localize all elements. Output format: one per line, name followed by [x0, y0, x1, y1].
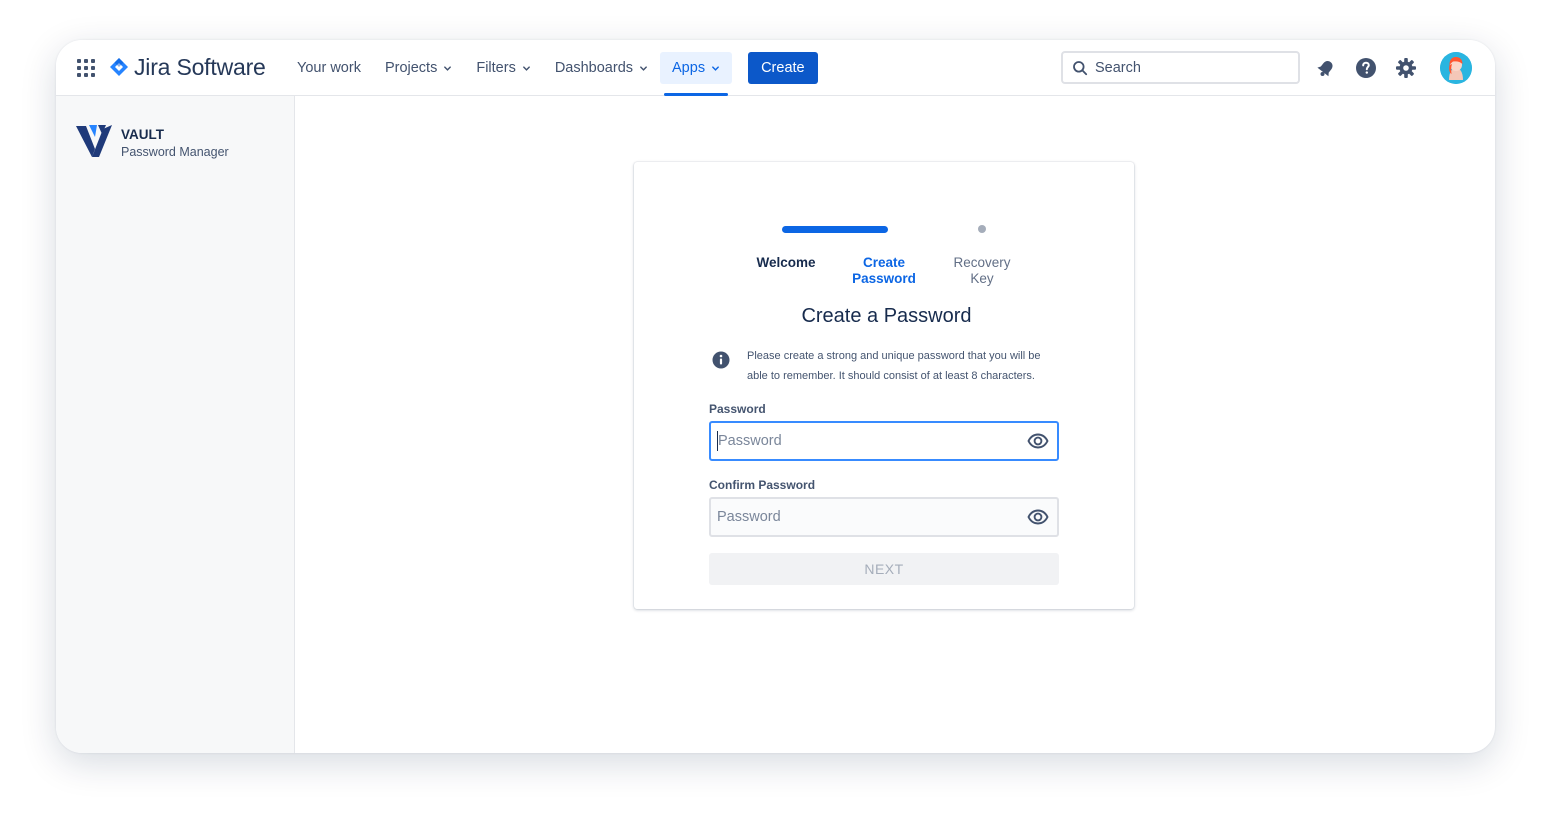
- nav-projects-label: Projects: [384, 60, 438, 76]
- next-button[interactable]: NEXT: [709, 553, 1059, 585]
- sidebar-app-title: VAULT: [121, 127, 164, 142]
- user-avatar[interactable]: [1440, 52, 1472, 84]
- question-circle-icon: [1356, 58, 1376, 78]
- top-navigation: Jira Software Your work Projects Filters…: [56, 40, 1495, 96]
- jira-logo-icon: [110, 58, 128, 76]
- nav-apps[interactable]: Apps: [660, 52, 733, 96]
- progress-bar-active: [782, 226, 888, 233]
- jira-window: Jira Software Your work Projects Filters…: [56, 40, 1495, 753]
- chevron-down-icon: [522, 65, 530, 71]
- help-icon[interactable]: [1354, 56, 1378, 80]
- password-input[interactable]: [717, 431, 1027, 451]
- nav-your-work[interactable]: Your work: [285, 52, 373, 84]
- page-title: Create a Password: [801, 305, 972, 327]
- step-recovery-key: Recovery Key: [927, 255, 1037, 287]
- settings-icon[interactable]: [1394, 56, 1418, 80]
- step-create-password: Create Password: [829, 255, 939, 287]
- chevron-down-icon: [712, 65, 719, 71]
- password-field: [709, 421, 1059, 461]
- confirm-password-field: [709, 497, 1059, 537]
- nav-apps-label: Apps: [672, 60, 706, 76]
- chevron-down-icon: [444, 65, 452, 71]
- avatar-icon: [1440, 52, 1472, 84]
- nav-filters-label: Filters: [476, 60, 516, 76]
- info-message: Please create a strong and unique passwo…: [747, 350, 1041, 382]
- sidebar: VAULT Password Manager: [56, 96, 295, 753]
- sidebar-app-subtitle: Password Manager: [121, 145, 229, 159]
- vault-logo-icon: [76, 125, 112, 157]
- show-confirm-password-eye-icon[interactable]: [1027, 506, 1049, 528]
- search-icon: [1073, 60, 1088, 75]
- confirm-password-label: Confirm Password: [709, 478, 816, 492]
- step-welcome: Welcome: [756, 255, 816, 270]
- bell-icon: [1317, 60, 1333, 77]
- search-box[interactable]: [1061, 51, 1300, 84]
- step-recovery-key-label: Recovery Key: [953, 255, 1011, 286]
- chevron-down-icon: [640, 65, 647, 71]
- gear-icon: [1396, 58, 1416, 78]
- jira-home-link[interactable]: Jira Software: [109, 53, 266, 81]
- progress-dot-upcoming: [978, 225, 986, 233]
- step-create-password-label: Create Password: [852, 255, 916, 286]
- nav-filters[interactable]: Filters: [464, 52, 542, 84]
- nav-dashboards-label: Dashboards: [554, 60, 634, 76]
- product-name: Jira Software: [134, 53, 266, 80]
- search-input[interactable]: [1095, 59, 1285, 76]
- confirm-password-input[interactable]: [711, 499, 1027, 535]
- app-switcher-icon[interactable]: [77, 59, 95, 77]
- primary-nav: Your work Projects Filters Dashboards Ap…: [285, 40, 818, 96]
- show-password-eye-icon[interactable]: [1027, 430, 1049, 452]
- info-icon: [712, 351, 730, 369]
- password-label: Password: [709, 402, 766, 416]
- create-password-card: Welcome Create Password Recovery Key Cre…: [634, 162, 1134, 609]
- notifications-icon[interactable]: [1314, 56, 1338, 80]
- nav-dashboards[interactable]: Dashboards: [543, 52, 660, 84]
- nav-your-work-label: Your work: [297, 60, 361, 76]
- create-button[interactable]: Create: [748, 52, 818, 84]
- nav-projects[interactable]: Projects: [373, 52, 464, 84]
